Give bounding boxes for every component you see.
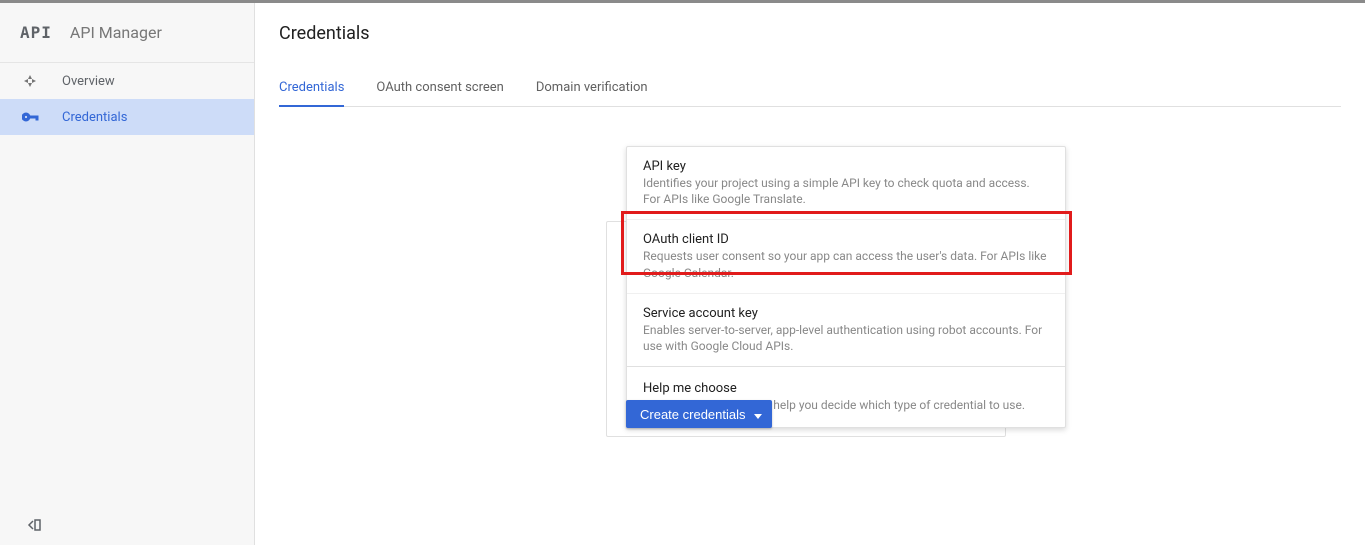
tab-credentials[interactable]: Credentials <box>279 72 344 107</box>
page-title: Credentials <box>279 3 1341 72</box>
tab-bar: Credentials OAuth consent screen Domain … <box>279 72 1341 107</box>
collapse-sidebar-button[interactable] <box>22 513 46 537</box>
api-logo-icon: API <box>20 23 52 42</box>
button-label: Create credentials <box>640 407 746 422</box>
sidebar-item-label: Credentials <box>62 110 127 125</box>
key-icon <box>22 112 62 122</box>
sidebar-item-overview[interactable]: Overview <box>0 63 254 99</box>
menu-item-api-key[interactable]: API key Identifies your project using a … <box>627 147 1065 219</box>
menu-item-desc: Enables server-to-server, app-level auth… <box>643 322 1049 354</box>
sidebar-item-label: Overview <box>62 74 115 89</box>
menu-item-oauth-client-id[interactable]: OAuth client ID Requests user consent so… <box>627 219 1065 292</box>
menu-item-desc: Requests user consent so your app can ac… <box>643 248 1049 280</box>
menu-item-title: Service account key <box>643 306 1049 321</box>
menu-item-title: Help me choose <box>643 381 1049 396</box>
menu-item-service-account-key[interactable]: Service account key Enables server-to-se… <box>627 293 1065 366</box>
create-credentials-button[interactable]: Create credentials <box>626 400 772 428</box>
create-credentials-menu: API key Identifies your project using a … <box>626 146 1066 428</box>
sidebar: API API Manager Overview Credentials <box>0 3 255 545</box>
collapse-icon <box>26 517 42 533</box>
chevron-down-icon <box>754 407 762 422</box>
overview-icon <box>22 73 62 89</box>
menu-item-title: OAuth client ID <box>643 232 1049 247</box>
tab-oauth-consent[interactable]: OAuth consent screen <box>376 72 503 107</box>
sidebar-item-credentials[interactable]: Credentials <box>0 99 254 135</box>
tab-domain-verification[interactable]: Domain verification <box>536 72 648 107</box>
menu-item-desc: Identifies your project using a simple A… <box>643 175 1049 207</box>
app-title: API Manager <box>70 23 162 42</box>
sidebar-header: API API Manager <box>0 3 254 63</box>
menu-item-title: API key <box>643 159 1049 174</box>
